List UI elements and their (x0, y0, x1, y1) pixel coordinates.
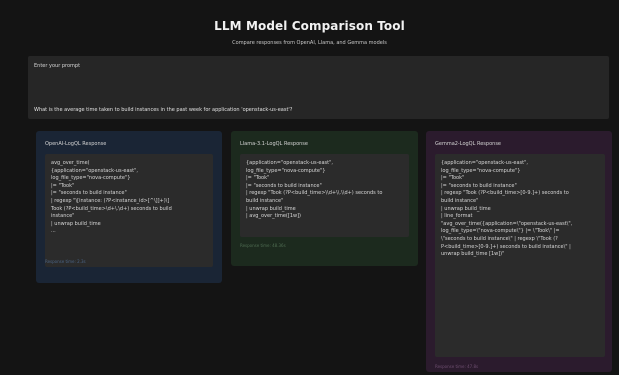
code-line: instance" (51, 213, 75, 220)
gemma-code: {application="openstack-us-east", log_fil… (441, 160, 601, 259)
prompt-input[interactable]: Enter your prompt What is the average ti… (28, 56, 609, 119)
code-line: build instance" (441, 197, 479, 204)
code-line: |= "Took" (246, 175, 270, 182)
openai-panel-title: OpenAI-LogQL Response (45, 141, 107, 147)
llama-response-time: Response time: 48.36s (240, 243, 286, 248)
gemma-panel-title: Gemma2-LogQL Response (435, 141, 501, 147)
code-line: |= "seconds to build instance" (51, 190, 127, 197)
code-line: | regexp "\[instance: (?P<instance_id>[^… (51, 197, 170, 204)
code-line: | regexp "Took (?P<build_time>\\d+\\.\\d… (246, 190, 383, 197)
code-line: | unwrap build_time (441, 205, 491, 212)
code-line: |= "seconds to build instance" (246, 182, 322, 189)
code-line: |= "Took" (441, 175, 465, 182)
page-title: LLM Model Comparison Tool (214, 19, 405, 33)
code-line: | regexp "Took (?P<build_time>[0-9.]+) s… (441, 190, 569, 197)
openai-response-time: Response time: 2.3s (45, 259, 86, 264)
app-root: LLM Model Comparison Tool Compare respon… (0, 0, 619, 375)
code-line: | avg_over_time([1w]) (246, 213, 301, 220)
llama-panel-title: Llama-3.1-LogQL Response (240, 141, 308, 147)
openai-code-box: avg_over_time( {application="openstack-u… (45, 154, 213, 267)
prompt-label: Enter your prompt (34, 63, 81, 69)
gemma-response-panel: Gemma2-LogQL Response {application="open… (426, 131, 612, 372)
code-line: |= "seconds to build instance" (441, 182, 517, 189)
code-line: Took (?P<build_time>\d+\.\d+) seconds to… (51, 205, 172, 212)
openai-response-panel: OpenAI-LogQL Response avg_over_time( {ap… (36, 131, 222, 283)
code-line: log_file_type="nova-compute"} (441, 167, 521, 174)
gemma-code-box: {application="openstack-us-east", log_fil… (435, 154, 605, 357)
page-subtitle: Compare responses from OpenAI, Llama, an… (232, 40, 387, 46)
llama-response-panel: Llama-3.1-LogQL Response {application="o… (231, 131, 418, 266)
code-line: build instance" (246, 197, 284, 204)
llama-code-box[interactable]: {application="openstack-us-east", log_fil… (240, 154, 409, 237)
prompt-value[interactable]: What is the average time taken to build … (34, 107, 292, 113)
code-line: | unwrap build_time (246, 205, 296, 212)
llama-code: {application="openstack-us-east", log_fil… (246, 160, 405, 221)
code-line: |= "Took" (51, 182, 75, 189)
code-line: {application="openstack-us-east", (441, 160, 528, 166)
code-line: log_file_type="nova-compute"} (246, 167, 326, 174)
code-line: unwrap build_time [1w])" (441, 251, 505, 258)
code-line: {application="openstack-us-east", (51, 167, 138, 174)
code-line: log_file_type=\"nova-compute\"} |= \"Too… (441, 228, 560, 235)
code-line: P<build_time>[0-9.]+) seconds to build i… (441, 243, 571, 250)
code-line: ... (51, 228, 56, 235)
gemma-response-time: Response time: 47.8s (435, 364, 479, 369)
code-line: avg_over_time( (51, 160, 90, 166)
code-line: log_file_type="nova-compute"} (51, 175, 131, 182)
code-line: \"seconds to build instance\" | regexp \… (441, 235, 558, 242)
code-line: {application="openstack-us-east", (246, 160, 333, 166)
openai-code: avg_over_time( {application="openstack-u… (51, 160, 209, 236)
code-line: "avg_over_time({application=\"openstack-… (441, 220, 573, 227)
code-line: | line_format (441, 213, 473, 220)
code-line: | unwrap build_time (51, 220, 101, 227)
